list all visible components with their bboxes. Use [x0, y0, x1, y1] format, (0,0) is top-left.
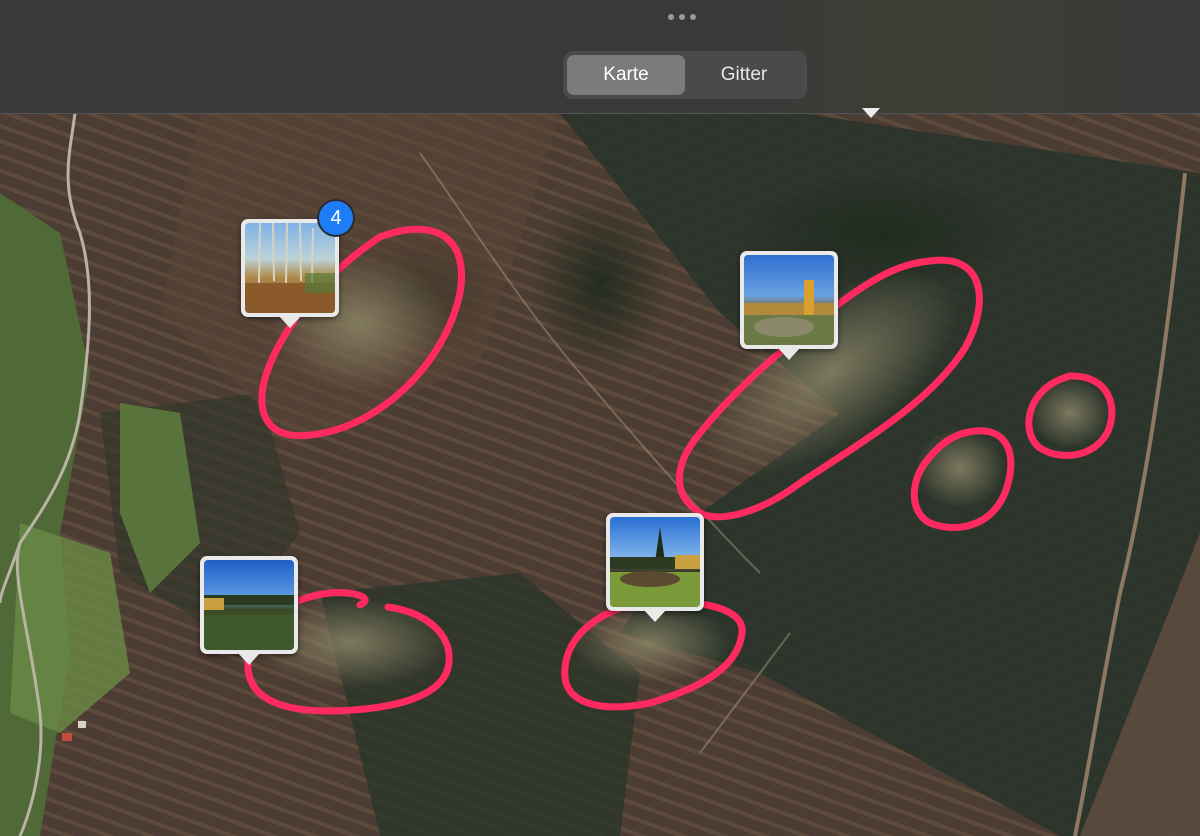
- satellite-map[interactable]: 4: [0, 113, 1200, 836]
- top-toolbar: Karte Gitter: [0, 0, 1200, 114]
- view-segmented-control: Karte Gitter: [563, 51, 807, 99]
- photo-pin-3[interactable]: [200, 556, 298, 665]
- photo-count-badge: 4: [317, 199, 355, 237]
- photo-pin-2[interactable]: [740, 251, 838, 360]
- segment-gitter[interactable]: Gitter: [685, 55, 803, 95]
- more-options-icon[interactable]: [668, 14, 696, 20]
- segment-karte[interactable]: Karte: [567, 55, 685, 95]
- photo-pin-4[interactable]: [606, 513, 704, 622]
- photo-pin-1[interactable]: 4: [241, 199, 355, 328]
- photo-thumbnail: [204, 560, 294, 650]
- map-imagery: [0, 113, 1200, 836]
- photo-thumbnail: [245, 223, 335, 313]
- popover-pointer: [862, 108, 880, 118]
- photos-map-app: Karte Gitter 4: [0, 0, 1200, 836]
- photo-thumbnail: [610, 517, 700, 607]
- photo-thumbnail: [744, 255, 834, 345]
